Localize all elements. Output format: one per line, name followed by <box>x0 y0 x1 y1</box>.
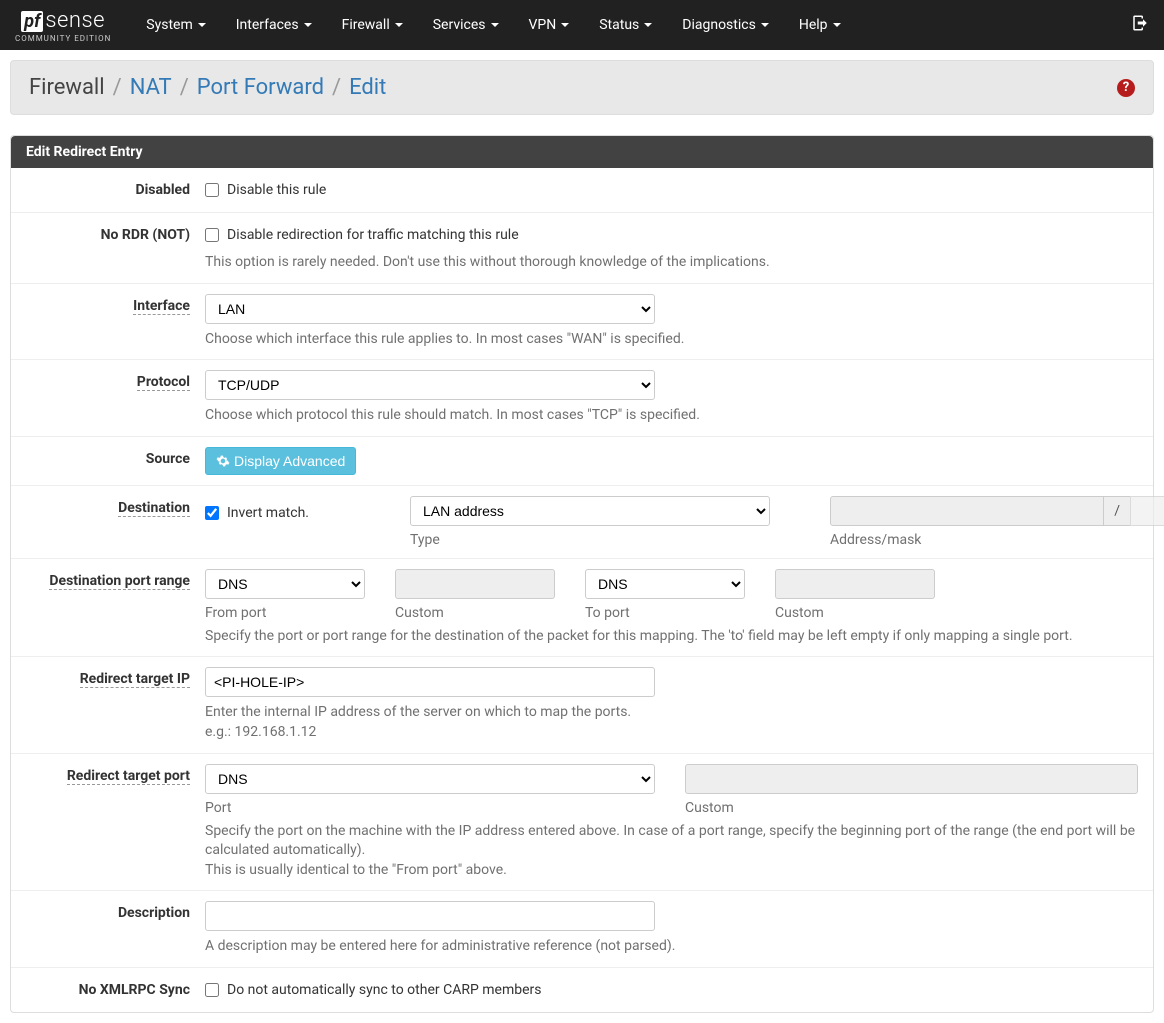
help-icon[interactable]: ? <box>1117 79 1135 97</box>
nav-firewall[interactable]: Firewall <box>327 1 418 49</box>
row-source: Source Display Advanced <box>11 436 1153 485</box>
sublabel-custom-redir: Custom <box>685 800 1138 816</box>
nav-items: System Interfaces Firewall Services VPN … <box>131 1 1131 49</box>
label-noxmlrpc: No XMLRPC Sync <box>79 982 190 998</box>
select-destination-mask <box>1130 496 1164 526</box>
brand-logo[interactable]: pf sense COMMUNITY EDITION <box>15 8 111 43</box>
input-redirect-target-ip[interactable] <box>205 667 655 697</box>
sublabel-type: Type <box>410 532 770 548</box>
nav-interfaces[interactable]: Interfaces <box>221 1 327 49</box>
breadcrumb-nat[interactable]: NAT <box>130 75 172 100</box>
select-from-port[interactable]: DNS <box>205 569 365 599</box>
row-redirect-port: Redirect target port DNS Port Custom Spe… <box>11 753 1153 891</box>
logout-icon[interactable] <box>1131 14 1149 36</box>
help-interface: Choose which interface this rule applies… <box>205 330 1138 350</box>
row-nordr: No RDR (NOT) Disable redirection for tra… <box>11 212 1153 283</box>
checkbox-nordr-wrap[interactable]: Disable redirection for traffic matching… <box>205 223 1138 247</box>
checkbox-disabled-wrap[interactable]: Disable this rule <box>205 178 1138 202</box>
breadcrumb-port-forward[interactable]: Port Forward <box>197 75 324 100</box>
chevron-down-icon <box>561 23 569 27</box>
gear-icon <box>216 454 230 468</box>
checkbox-disabled[interactable] <box>205 183 219 197</box>
breadcrumb-edit[interactable]: Edit <box>349 75 386 100</box>
sublabel-custom-to: Custom <box>775 605 935 621</box>
help-description: A description may be entered here for ad… <box>205 937 1138 957</box>
edit-redirect-panel: Edit Redirect Entry Disabled Disable thi… <box>10 135 1154 1013</box>
checkbox-noxmlrpc[interactable] <box>205 983 219 997</box>
brand-pf: pf <box>21 11 43 32</box>
row-interface: Interface LAN Choose which interface thi… <box>11 283 1153 360</box>
sublabel-from-port: From port <box>205 605 365 621</box>
input-to-port-custom <box>775 569 935 599</box>
help-protocol: Choose which protocol this rule should m… <box>205 406 1138 426</box>
select-redirect-target-port[interactable]: DNS <box>205 764 655 794</box>
label-dest-port-range: Destination port range <box>49 573 190 590</box>
label-interface: Interface <box>133 298 190 315</box>
sublabel-custom-from: Custom <box>395 605 555 621</box>
chevron-down-icon <box>761 23 769 27</box>
chevron-down-icon <box>198 23 206 27</box>
label-destination: Destination <box>118 500 190 517</box>
checkbox-noxmlrpc-wrap[interactable]: Do not automatically sync to other CARP … <box>205 978 1138 1002</box>
nav-system[interactable]: System <box>131 1 220 49</box>
select-destination-type[interactable]: LAN address <box>410 496 770 526</box>
sublabel-port: Port <box>205 800 655 816</box>
sublabel-address-mask: Address/mask <box>830 532 1164 548</box>
nav-vpn[interactable]: VPN <box>514 1 585 49</box>
label-description: Description <box>118 905 190 921</box>
label-disabled: Disabled <box>135 182 190 198</box>
nav-diagnostics[interactable]: Diagnostics <box>667 1 784 49</box>
row-disabled: Disabled Disable this rule <box>11 168 1153 212</box>
checkbox-invert-match[interactable] <box>205 506 219 520</box>
nav-status[interactable]: Status <box>584 1 667 49</box>
panel-title: Edit Redirect Entry <box>11 136 1153 168</box>
navbar: pf sense COMMUNITY EDITION System Interf… <box>0 0 1164 50</box>
chevron-down-icon <box>491 23 499 27</box>
help-nordr: This option is rarely needed. Don't use … <box>205 253 1138 273</box>
input-redirect-port-custom <box>685 764 1138 794</box>
help-redirect-ip: Enter the internal IP address of the ser… <box>205 703 1138 742</box>
label-redirect-port: Redirect target port <box>67 768 190 785</box>
row-description: Description A description may be entered… <box>11 890 1153 967</box>
select-protocol[interactable]: TCP/UDP <box>205 370 655 400</box>
row-noxmlrpc: No XMLRPC Sync Do not automatically sync… <box>11 967 1153 1012</box>
row-redirect-ip: Redirect target IP Enter the internal IP… <box>11 656 1153 752</box>
mask-separator: / <box>1104 496 1130 526</box>
help-dest-port: Specify the port or port range for the d… <box>205 627 1138 647</box>
breadcrumb: Firewall / NAT / Port Forward / Edit <box>29 75 386 100</box>
help-redirect-port: Specify the port on the machine with the… <box>205 822 1138 881</box>
row-destination: Destination Invert match. LAN address Ty… <box>11 485 1153 558</box>
input-description[interactable] <box>205 901 655 931</box>
select-interface[interactable]: LAN <box>205 294 655 324</box>
brand-sense: sense <box>45 8 105 33</box>
display-advanced-button[interactable]: Display Advanced <box>205 447 356 475</box>
label-source: Source <box>146 451 190 467</box>
breadcrumb-panel: Firewall / NAT / Port Forward / Edit ? <box>10 60 1154 115</box>
checkbox-nordr[interactable] <box>205 228 219 242</box>
chevron-down-icon <box>833 23 841 27</box>
checkbox-invert-wrap[interactable]: Invert match. <box>205 501 380 525</box>
breadcrumb-firewall: Firewall <box>29 75 105 100</box>
input-from-port-custom <box>395 569 555 599</box>
nav-help[interactable]: Help <box>784 1 856 49</box>
chevron-down-icon <box>395 23 403 27</box>
row-dest-port-range: Destination port range DNS From port Cus… <box>11 558 1153 657</box>
chevron-down-icon <box>304 23 312 27</box>
label-nordr: No RDR (NOT) <box>101 227 190 243</box>
label-redirect-ip: Redirect target IP <box>80 671 190 688</box>
nav-services[interactable]: Services <box>418 1 514 49</box>
row-protocol: Protocol TCP/UDP Choose which protocol t… <box>11 359 1153 436</box>
select-to-port[interactable]: DNS <box>585 569 745 599</box>
label-protocol: Protocol <box>137 374 190 391</box>
input-destination-address <box>830 496 1104 526</box>
chevron-down-icon <box>644 23 652 27</box>
sublabel-to-port: To port <box>585 605 745 621</box>
brand-subtitle: COMMUNITY EDITION <box>15 34 111 43</box>
